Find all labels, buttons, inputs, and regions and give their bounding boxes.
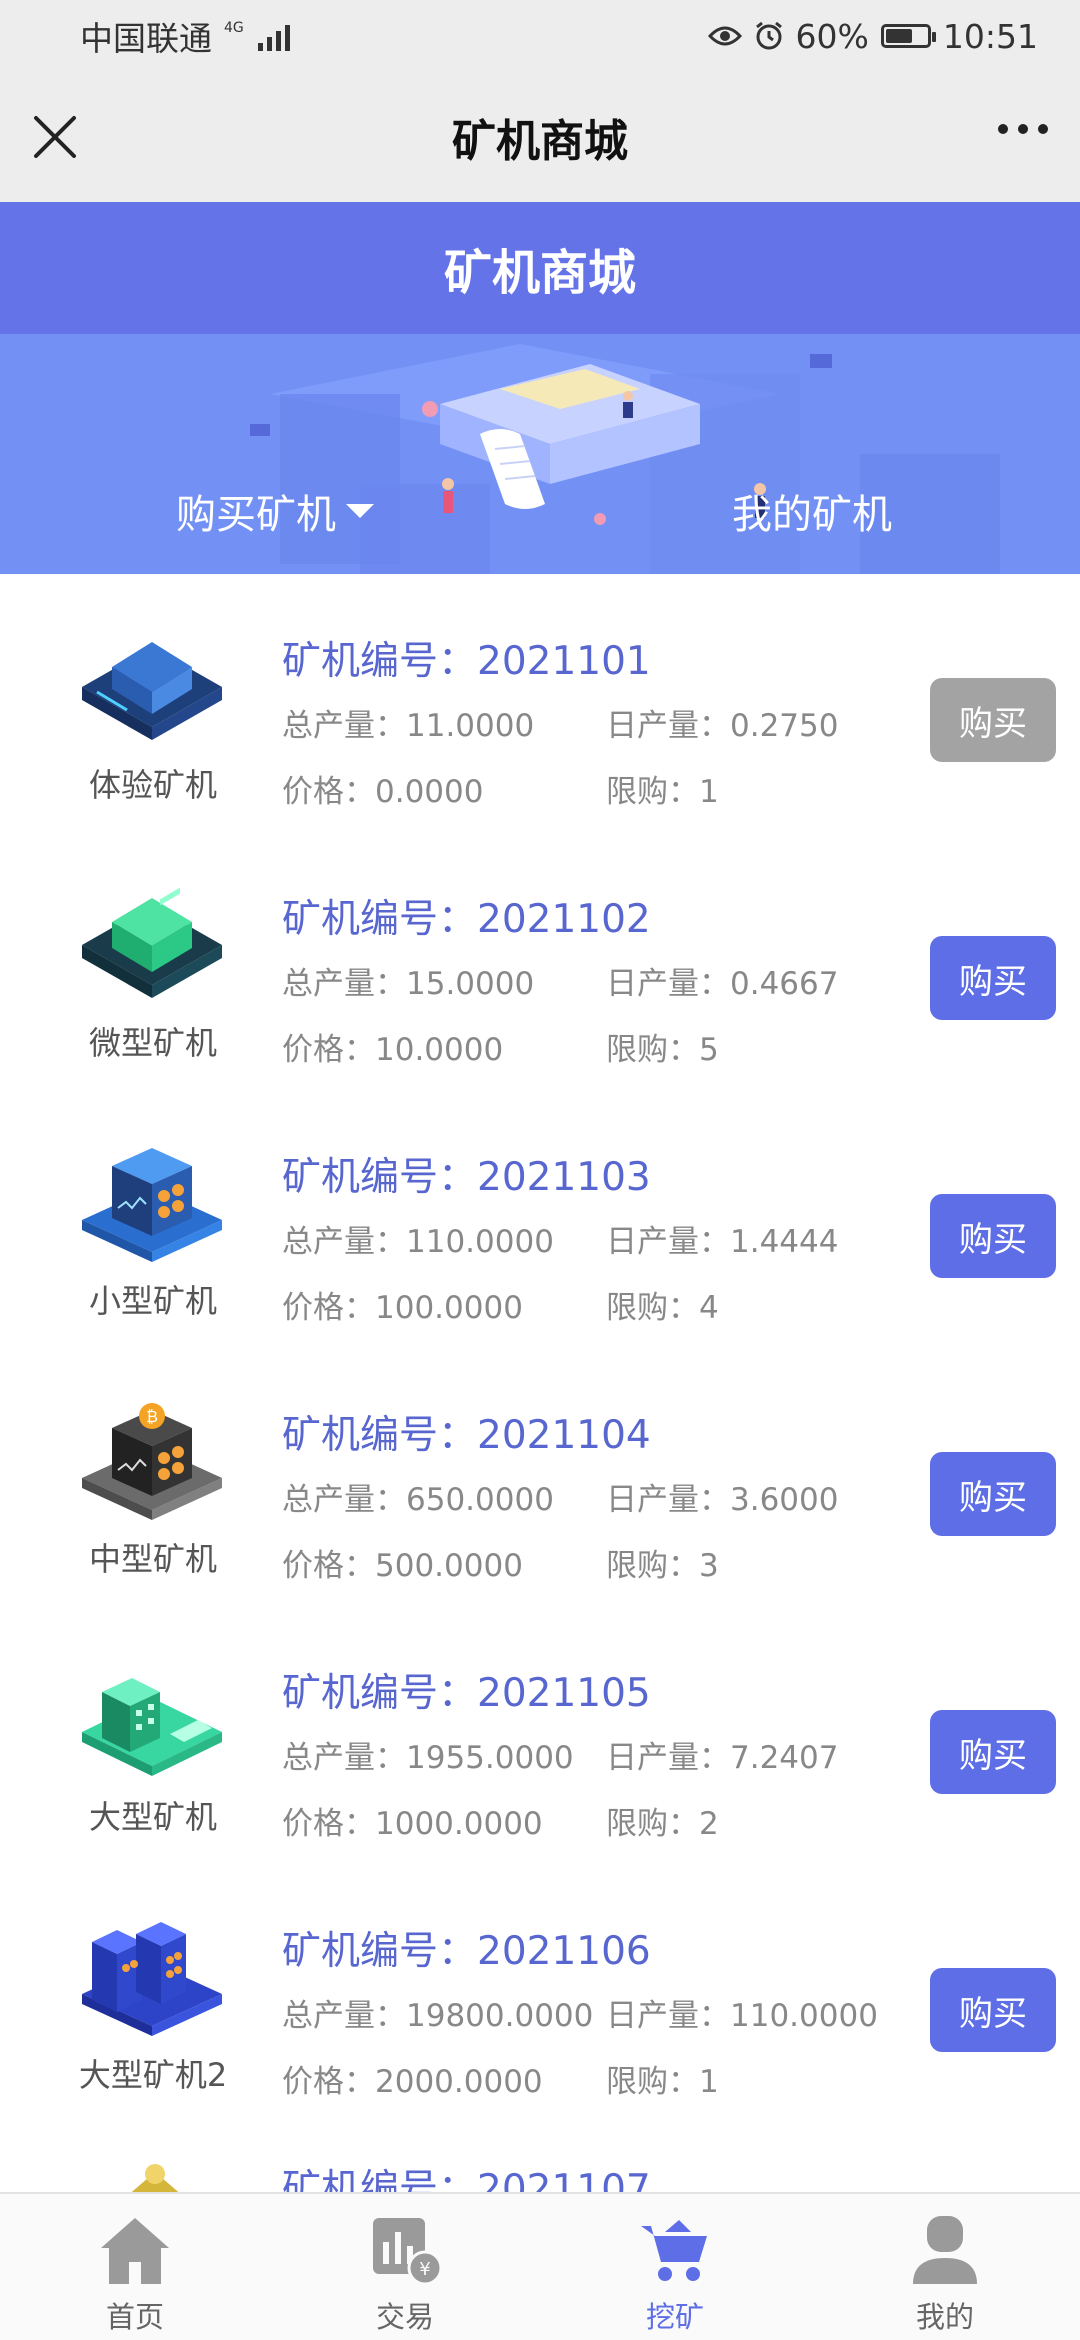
list-item: 小型矿机 矿机编号：2021103 总产量：110.0000 日产量：1.444… [0, 1090, 1080, 1348]
svg-text:¥: ¥ [419, 2259, 430, 2280]
banner-illustration [0, 334, 1080, 574]
total-output: 总产量：19800.0000 [282, 1998, 594, 2034]
status-right: 60% 10:51 [707, 16, 1038, 56]
daily-output: 日产量：7.2407 [606, 1740, 839, 1776]
total-output: 总产量：15.0000 [282, 966, 535, 1002]
battery-percent: 60% [795, 16, 869, 56]
machine-name: 微型矿机 [88, 1024, 217, 1062]
dark-blue-chip-icon [82, 642, 222, 740]
machine-name: 小型矿机 [88, 1282, 217, 1320]
page-title: 矿机商城 [443, 245, 636, 301]
svg-text:₿: ₿ [146, 1407, 158, 1426]
buy-button[interactable]: 购买 [930, 678, 1056, 762]
tab-trade-label: 交易 [375, 2300, 434, 2334]
status-left: 中国联通 4G [80, 12, 290, 60]
price: 价格：10.0000 [282, 1032, 504, 1068]
nav-bar: 矿机商城 [0, 72, 1080, 202]
tab-home-label: 首页 [105, 2300, 164, 2334]
list-item: 微型矿机 矿机编号：2021102 总产量：15.0000 日产量：0.4667… [0, 832, 1080, 1090]
daily-output: 日产量：3.6000 [606, 1482, 839, 1518]
close-icon[interactable] [30, 112, 80, 162]
daily-output: 日产量：0.2750 [606, 708, 839, 744]
machine-id: 矿机编号：2021105 [282, 1671, 651, 1716]
list-item: 体验矿机 矿机编号：2021101 总产量：11.0000 日产量：0.2750… [0, 574, 1080, 832]
purchase-limit: 限购：4 [606, 1290, 719, 1326]
price: 价格：1000.0000 [282, 1806, 543, 1842]
purchase-limit: 限购：5 [606, 1032, 719, 1068]
eye-icon [707, 26, 742, 46]
blue-cube-icon [82, 1148, 222, 1262]
total-output: 总产量：110.0000 [282, 1224, 554, 1260]
machine-id: 矿机编号：2021102 [282, 897, 651, 942]
status-bar: 中国联通 4G 60% 10:51 [0, 0, 1080, 72]
tab-mining-label: 挖矿 [645, 2300, 704, 2334]
price: 价格：500.0000 [282, 1548, 523, 1584]
mining-cart-icon [641, 2220, 707, 2281]
price: 价格：100.0000 [282, 1290, 523, 1326]
total-output: 总产量：650.0000 [282, 1482, 554, 1518]
nav-title: 矿机商城 [452, 116, 628, 167]
tab-home[interactable]: 首页 [0, 2194, 270, 2340]
daily-output: 日产量：110.0000 [606, 1998, 878, 2034]
daily-output: 日产量：0.4667 [606, 966, 839, 1002]
signal-icon [257, 21, 290, 51]
list-item: 大型矿机2 矿机编号：2021106 总产量：19800.0000 日产量：11… [0, 1864, 1080, 2122]
more-icon[interactable] [998, 124, 1048, 134]
machine-id: 矿机编号：2021107 [282, 2167, 651, 2192]
tab-trade[interactable]: ¥ 交易 [270, 2194, 540, 2340]
machine-id: 矿机编号：2021106 [282, 1929, 651, 1974]
purchase-limit: 限购：1 [606, 2064, 719, 2100]
total-output: 总产量：11.0000 [282, 708, 535, 744]
machine-name: 中型矿机 [88, 1540, 217, 1578]
tab-profile-label: 我的 [915, 2300, 974, 2334]
tab-buy-label: 购买矿机 [176, 492, 336, 538]
tab-buy-machine[interactable]: 购买矿机 [176, 482, 374, 540]
machine-id: 矿机编号：2021103 [282, 1155, 651, 1200]
clock: 10:51 [942, 16, 1038, 56]
buy-button[interactable]: 购买 [930, 936, 1056, 1020]
tab-mining[interactable]: 挖矿 [540, 2194, 810, 2340]
network-label: 4G [224, 20, 244, 36]
home-icon [101, 2218, 169, 2284]
trade-chart-icon: ¥ [373, 2218, 443, 2286]
buy-button[interactable]: 购买 [930, 1452, 1056, 1536]
black-bitcoin-cube-icon: ₿ [82, 1403, 222, 1520]
page-header: 矿机商城 [0, 202, 1080, 334]
green-chip-icon [82, 887, 222, 998]
buy-button[interactable]: 购买 [930, 1194, 1056, 1278]
machine-name: 体验矿机 [88, 766, 217, 804]
list-item: ₿ 中型矿机 矿机编号：2021104 总产量：650.0000 日产量：3.6… [0, 1348, 1080, 1606]
purchase-limit: 限购：3 [606, 1548, 719, 1584]
price: 价格：0.0000 [282, 774, 484, 810]
purchase-limit: 限购：1 [606, 774, 719, 810]
list-item-partial: 矿机编号：2021107 [0, 2122, 1080, 2192]
banner: 购买矿机 我的矿机 [0, 334, 1080, 574]
bottom-tab-bar: 首页 ¥ 交易 挖矿 我的 [0, 2192, 1080, 2340]
machine-id: 矿机编号：2021101 [282, 639, 651, 684]
tab-profile[interactable]: 我的 [810, 2194, 1080, 2340]
gold-machine-icon [131, 2164, 179, 2192]
machine-list: 体验矿机 矿机编号：2021101 总产量：11.0000 日产量：0.2750… [0, 574, 1080, 2192]
total-output: 总产量：1955.0000 [282, 1740, 574, 1776]
buy-button[interactable]: 购买 [930, 1710, 1056, 1794]
user-icon [913, 2216, 977, 2284]
carrier-label: 中国联通 [80, 19, 212, 58]
green-building-icon [82, 1678, 222, 1776]
purchase-limit: 限购：2 [606, 1806, 719, 1842]
machine-name: 大型矿机 [88, 1798, 217, 1836]
buy-button[interactable]: 购买 [930, 1968, 1056, 2052]
blue-server-rack-icon [82, 1922, 222, 2036]
machine-name: 大型矿机2 [78, 2056, 228, 2094]
daily-output: 日产量：1.4444 [606, 1224, 839, 1260]
price: 价格：2000.0000 [282, 2064, 543, 2100]
list-item: 大型矿机 矿机编号：2021105 总产量：1955.0000 日产量：7.24… [0, 1606, 1080, 1864]
alarm-icon [755, 21, 782, 50]
tab-my-machines[interactable]: 我的矿机 [732, 482, 892, 540]
caret-down-icon [346, 504, 374, 518]
battery-icon [880, 24, 936, 48]
machine-id: 矿机编号：2021104 [282, 1413, 651, 1458]
